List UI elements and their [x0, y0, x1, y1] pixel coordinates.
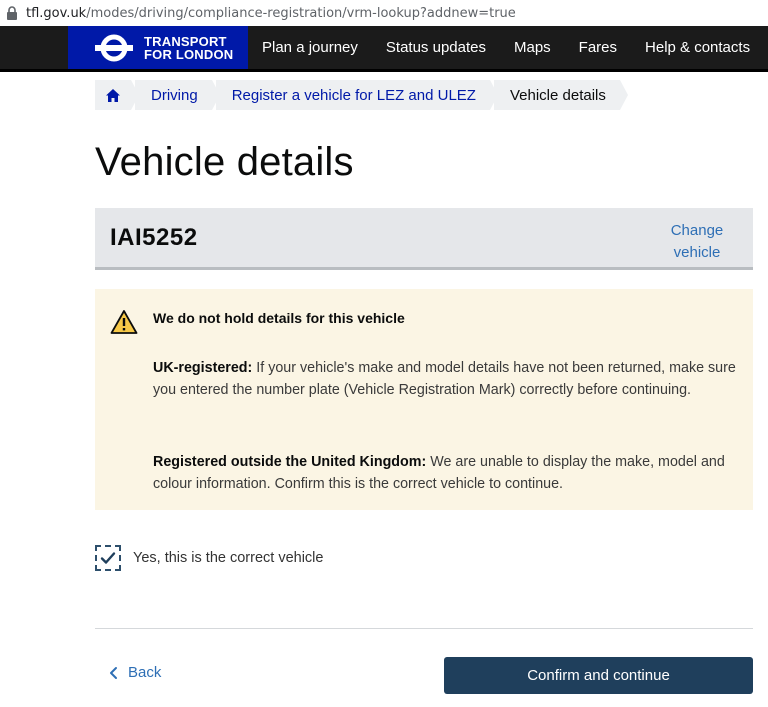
nav-fares[interactable]: Fares — [565, 26, 631, 69]
confirm-and-continue-button[interactable]: Confirm and continue — [444, 657, 753, 694]
breadcrumb-driving[interactable]: Driving — [135, 80, 220, 110]
change-vehicle-link[interactable]: Change vehicle — [667, 220, 727, 264]
back-link[interactable]: Back — [108, 664, 161, 681]
roundel-icon — [95, 34, 133, 61]
warning-uk-registered: UK-registered: If your vehicle's make an… — [153, 360, 736, 398]
vehicle-registration: IAI5252 — [110, 224, 198, 251]
vehicle-summary: IAI5252 Change vehicle — [95, 208, 753, 270]
browser-address-bar[interactable]: tfl.gov.uk/modes/driving/compliance-regi… — [0, 0, 768, 26]
chevron-left-icon — [110, 666, 117, 679]
breadcrumb-current: Vehicle details — [493, 80, 628, 110]
correct-vehicle-label[interactable]: Yes, this is the correct vehicle — [133, 550, 323, 566]
correct-vehicle-field: Yes, this is the correct vehicle — [95, 545, 323, 571]
breadcrumb: Driving Register a vehicle for LEZ and U… — [95, 80, 628, 110]
correct-vehicle-checkbox[interactable] — [95, 545, 121, 571]
warning-panel: We do not hold details for this vehicle … — [95, 289, 753, 510]
url-host: tfl.gov.uk — [26, 5, 87, 21]
nav-plan-a-journey[interactable]: Plan a journey — [248, 26, 372, 69]
warning-outside-uk: Registered outside the United Kingdom: W… — [153, 454, 725, 492]
brand-name: TRANSPORT FOR LONDON — [144, 33, 234, 62]
tfl-logo-link[interactable]: TRANSPORT FOR LONDON — [68, 26, 248, 69]
checkmark-icon — [100, 552, 116, 564]
url-path: /modes/driving/compliance-registration/v… — [86, 5, 516, 21]
warning-icon — [110, 310, 138, 334]
nav-status-updates[interactable]: Status updates — [372, 26, 500, 69]
site-header: TRANSPORT FOR LONDON Plan a journey Stat… — [0, 26, 768, 72]
divider — [95, 628, 753, 629]
home-icon — [106, 88, 120, 102]
breadcrumb-home[interactable] — [95, 80, 139, 110]
main-nav: Plan a journey Status updates Maps Fares… — [248, 26, 764, 69]
warning-title: We do not hold details for this vehicle — [153, 310, 405, 326]
breadcrumb-register-vehicle[interactable]: Register a vehicle for LEZ and ULEZ — [215, 80, 499, 110]
lock-icon — [6, 6, 20, 20]
nav-help-contacts[interactable]: Help & contacts — [631, 26, 764, 69]
page-title: Vehicle details — [95, 140, 354, 184]
nav-maps[interactable]: Maps — [500, 26, 565, 69]
